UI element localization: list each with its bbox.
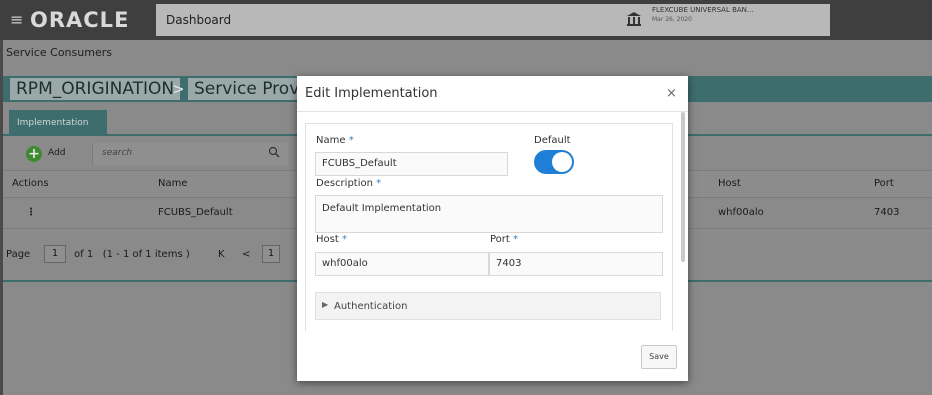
authentication-label[interactable]: Authentication: [334, 301, 407, 312]
bank-icon: [627, 12, 641, 26]
expand-arrow-icon[interactable]: ▶: [322, 300, 328, 309]
add-button-label[interactable]: Add: [48, 148, 65, 158]
breadcrumb-item-rpm-origination[interactable]: RPM_ORIGINATION: [10, 78, 181, 100]
save-button[interactable]: Save: [641, 345, 677, 369]
default-toggle-knob[interactable]: [552, 152, 572, 172]
pager-page-label: Page: [6, 249, 31, 260]
pager-first-button[interactable]: K: [218, 249, 225, 260]
bank-name: FLEXCUBE UNIVERSAL BAN...: [652, 6, 754, 14]
search-icon[interactable]: [268, 146, 280, 158]
add-icon[interactable]: +: [26, 146, 42, 162]
row-name: FCUBS_Default: [158, 207, 233, 218]
host-field[interactable]: whf00alo: [315, 252, 489, 276]
dialog-title: Edit Implementation: [305, 86, 438, 101]
pager-summary: of 1 (1 - 1 of 1 items ): [74, 249, 190, 260]
tab-implementation[interactable]: Implementation: [9, 110, 107, 136]
page-title: Service Consumers: [6, 46, 112, 59]
pager-prev-button[interactable]: <: [242, 249, 250, 260]
hamburger-menu-icon[interactable]: ≡: [10, 10, 24, 30]
row-actions-icon[interactable]: ⋮: [26, 207, 36, 218]
name-field[interactable]: FCUBS_Default: [315, 152, 508, 176]
row-host: whf00alo: [718, 207, 764, 218]
dashboard-tab[interactable]: Dashboard: [156, 4, 620, 36]
dialog-scrollbar[interactable]: [681, 112, 685, 262]
host-label: Host *: [316, 234, 347, 245]
close-icon[interactable]: ×: [666, 86, 677, 101]
bank-date: Mar 26, 2020: [652, 16, 692, 23]
pager-page-input[interactable]: 1: [44, 245, 66, 263]
port-label: Port *: [490, 234, 519, 245]
description-field[interactable]: Default Implementation: [315, 195, 663, 233]
column-header-host[interactable]: Host: [718, 178, 741, 189]
oracle-logo: ORACLE: [30, 8, 130, 32]
breadcrumb-item-service-provider[interactable]: Service Provid: [188, 78, 300, 100]
default-label: Default: [534, 135, 571, 146]
port-field[interactable]: 7403: [489, 252, 663, 276]
search-placeholder: search: [102, 148, 133, 158]
column-header-actions: Actions: [12, 178, 49, 189]
breadcrumb-separator: >: [172, 80, 185, 98]
column-header-port[interactable]: Port: [874, 178, 894, 189]
row-port: 7403: [874, 207, 900, 218]
column-header-name[interactable]: Name: [158, 178, 188, 189]
name-label: Name *: [316, 135, 354, 146]
description-label: Description *: [316, 178, 382, 189]
pager-current-page[interactable]: 1: [262, 245, 280, 263]
dialog-header-divider: [297, 111, 688, 112]
